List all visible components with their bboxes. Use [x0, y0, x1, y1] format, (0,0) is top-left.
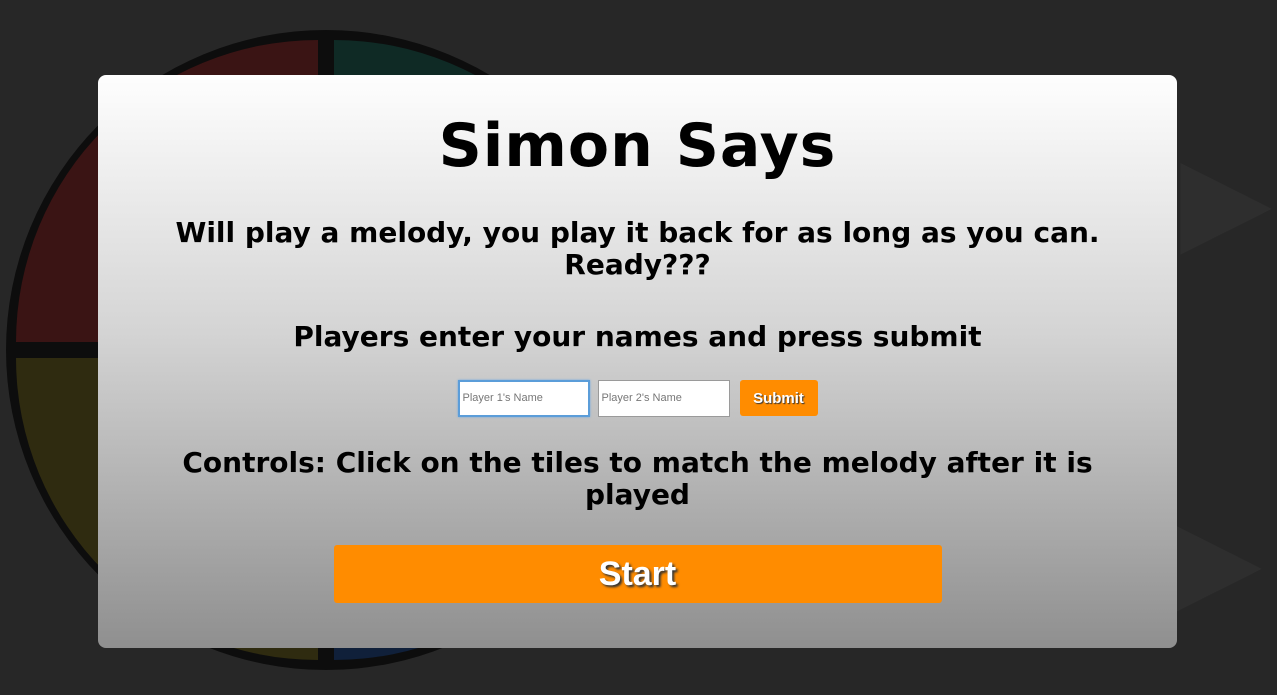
game-stage: ▶ ▶ Simon Says Will play a melody, you p…	[0, 0, 1277, 695]
player1-name-input[interactable]	[457, 379, 590, 417]
submit-button[interactable]: Submit	[739, 380, 818, 416]
player-name-form: Submit	[98, 379, 1177, 417]
start-button[interactable]: Start	[333, 545, 942, 603]
player2-name-input[interactable]	[597, 379, 730, 417]
play-icon: ▶	[1180, 130, 1273, 269]
intro-text: Will play a melody, you play it back for…	[175, 216, 1100, 281]
players-heading: Players enter your names and press submi…	[293, 320, 982, 353]
play-icon: ▶	[1170, 490, 1263, 629]
controls-text: Controls: Click on the tiles to match th…	[182, 446, 1093, 511]
page-title: Simon Says	[438, 111, 837, 181]
intro-modal: Simon Says Will play a melody, you play …	[98, 75, 1177, 648]
